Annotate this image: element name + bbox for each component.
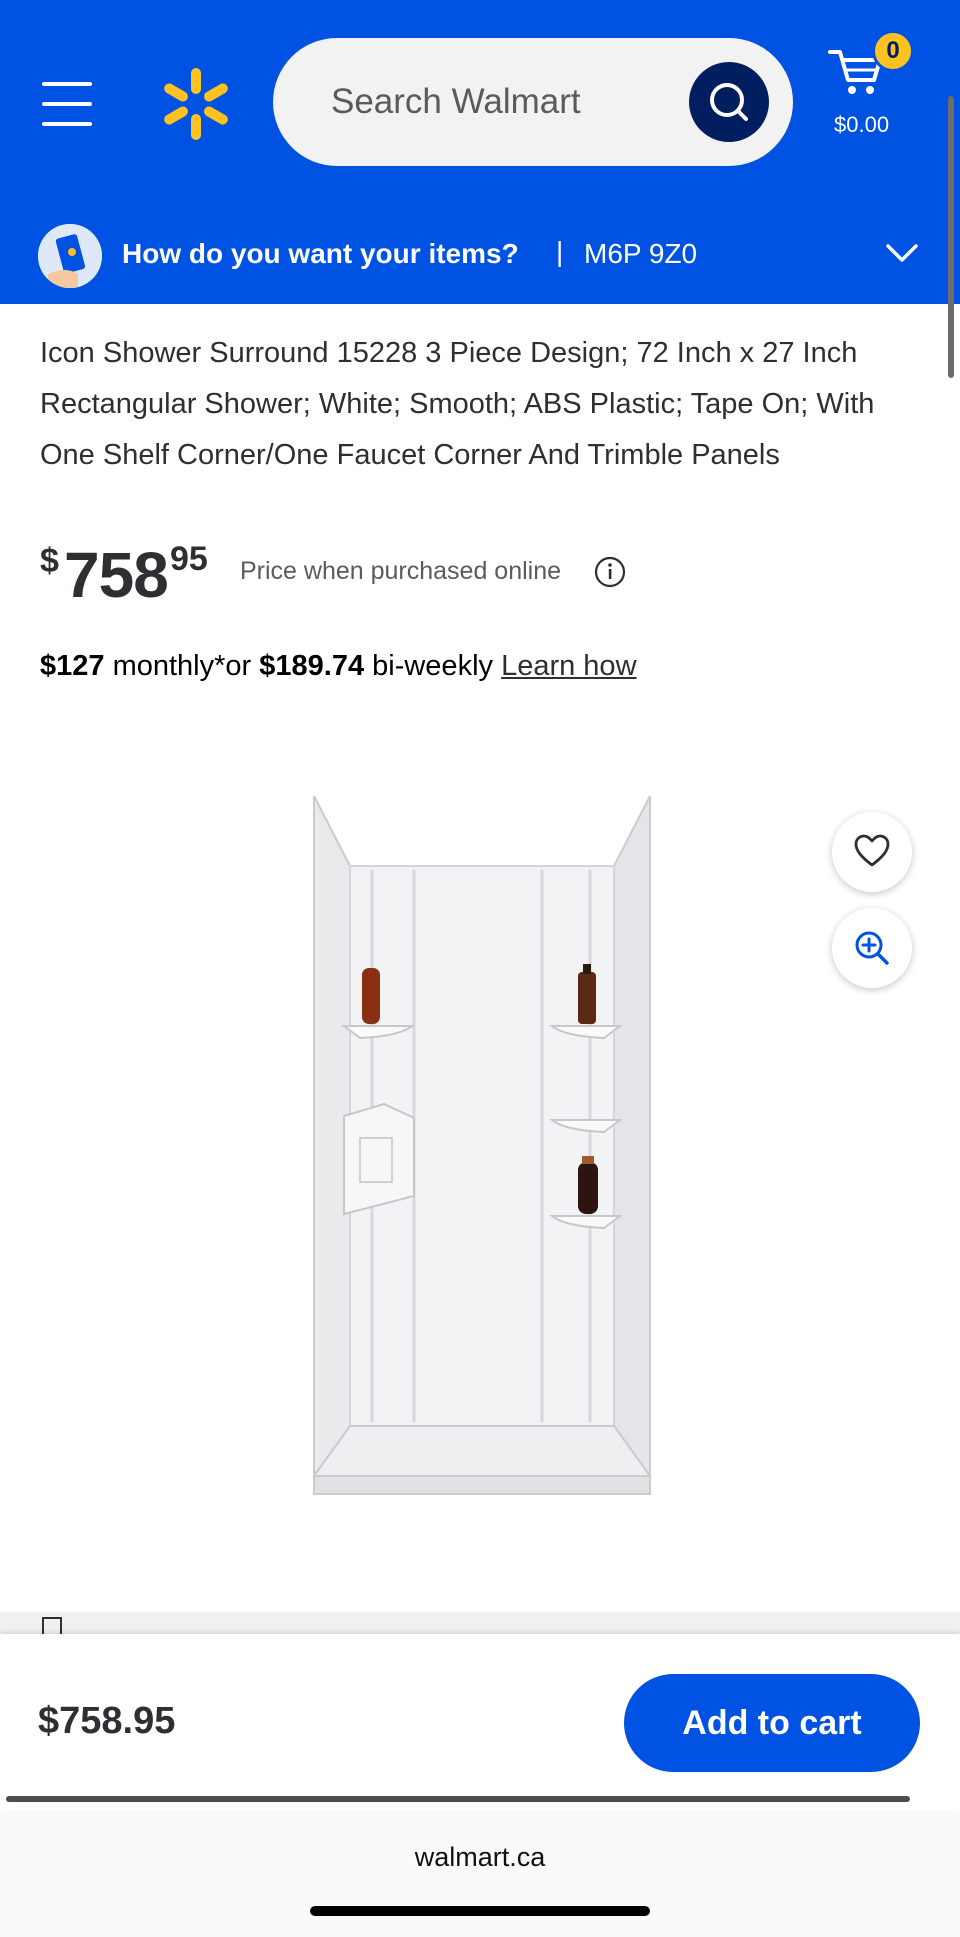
installment-info: $127 monthly*or $189.74 bi-weekly Learn … <box>40 650 637 683</box>
fulfillment-separator: | <box>556 236 564 267</box>
document-icon <box>42 1617 62 1634</box>
info-icon[interactable] <box>594 556 626 588</box>
price-note: Price when purchased online <box>240 557 562 585</box>
add-to-cart-button[interactable]: Add to cart <box>624 1674 920 1772</box>
price-cents: 95 <box>170 540 208 578</box>
monthly-text: monthly*or <box>104 650 260 682</box>
search-button[interactable] <box>689 62 769 142</box>
walmart-spark-logo[interactable] <box>158 66 234 142</box>
sticky-price: $758.95 <box>38 1700 176 1742</box>
fulfillment-icon <box>38 224 102 288</box>
biweekly-amount: $189.74 <box>259 650 365 682</box>
product-image[interactable] <box>300 786 660 1514</box>
fulfillment-question: How do you want your items? <box>122 238 519 269</box>
home-indicator[interactable] <box>310 1906 650 1916</box>
favorite-button[interactable] <box>832 812 912 892</box>
page-progress-bar <box>6 1796 910 1802</box>
learn-how-link[interactable]: Learn how <box>501 650 636 682</box>
postal-code: M6P 9Z0 <box>584 238 698 269</box>
fulfillment-bar[interactable]: How do you want your items? | M6P 9Z0 <box>0 202 960 304</box>
delivery-info-strip <box>0 1612 960 1634</box>
heart-icon <box>854 834 890 867</box>
price-whole: 758 <box>64 539 169 611</box>
scrollbar[interactable] <box>948 96 954 378</box>
browser-address-bar[interactable]: walmart.ca <box>0 1812 960 1937</box>
monthly-amount: $127 <box>40 650 105 682</box>
search-input[interactable]: Search Walmart <box>331 82 581 122</box>
zoom-button[interactable] <box>832 908 912 988</box>
search-bar[interactable]: Search Walmart <box>273 38 793 166</box>
sticky-add-to-cart-bar: $758.95 Add to cart <box>0 1634 960 1810</box>
browser-url[interactable]: walmart.ca <box>0 1842 960 1873</box>
search-icon <box>710 83 748 121</box>
biweekly-text: bi-weekly <box>364 650 502 682</box>
cart-count-badge: 0 <box>872 30 914 72</box>
cart-button[interactable]: 0 $0.00 <box>826 30 916 140</box>
header: Search Walmart 0 $0.00 <box>0 0 960 202</box>
price-currency: $ <box>40 542 59 580</box>
chevron-down-icon[interactable] <box>884 242 920 266</box>
menu-icon[interactable] <box>40 82 96 126</box>
product-title: Icon Shower Surround 15228 3 Piece Desig… <box>40 337 875 471</box>
zoom-in-icon <box>855 931 889 965</box>
cart-total: $0.00 <box>834 112 890 137</box>
